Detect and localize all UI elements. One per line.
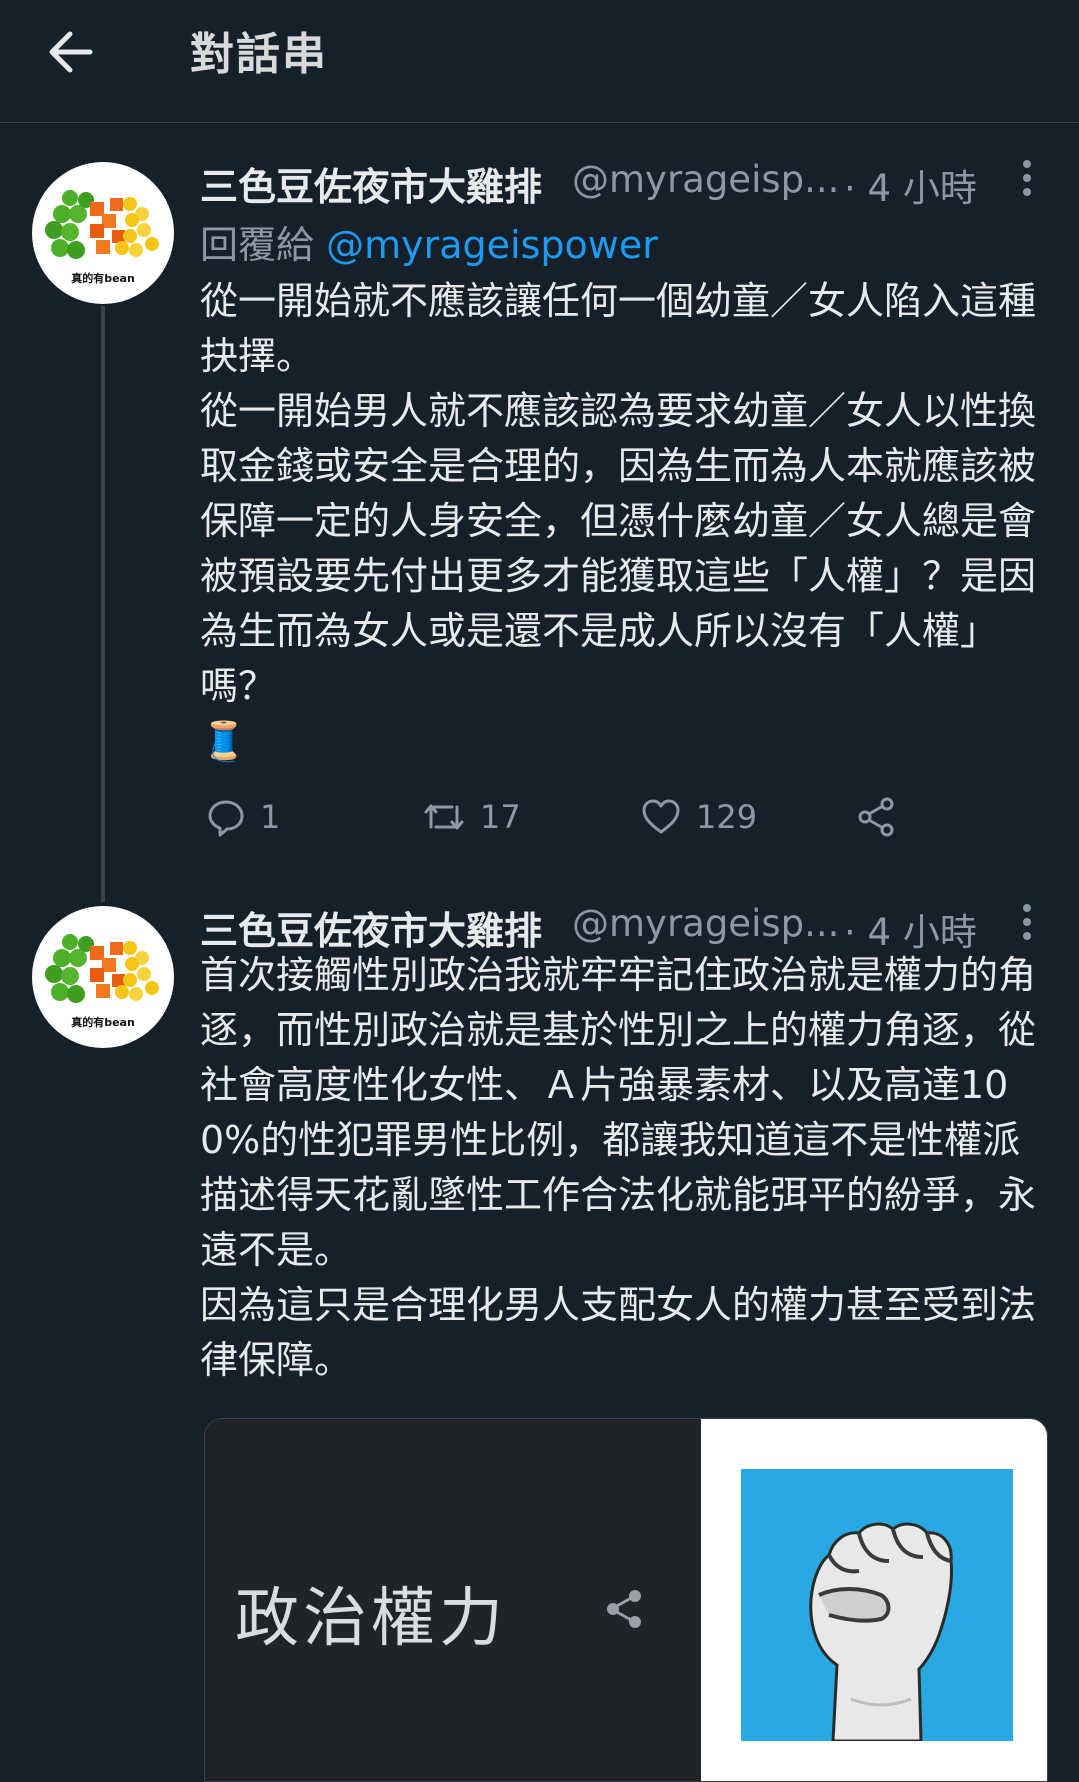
reply-prefix: 回覆給 — [200, 223, 327, 267]
back-arrow-icon[interactable] — [44, 22, 104, 82]
avatar-caption: 真的有bean — [71, 1015, 135, 1029]
tweet-text: 首次接觸性別政治我就牢牢記住政治就是權力的角逐，而性別政治就是基於性別之上的權力… — [200, 953, 1037, 1382]
author-name[interactable]: 三色豆佐夜市大雞排 — [200, 156, 542, 211]
author-name[interactable]: 三色豆佐夜市大雞排 — [200, 900, 542, 955]
like-button[interactable]: 129 — [640, 787, 757, 847]
tweet-actions: 1 17 129 — [200, 787, 1045, 847]
more-options-icon[interactable] — [1005, 900, 1045, 948]
page-title: 對話串 — [190, 29, 328, 80]
tweet-text: 從一開始就不應該讓任何一個幼童／女人陷入這種抉擇。 從一開始男人就不應該認為要求… — [200, 279, 1037, 708]
retweet-button[interactable]: 17 — [422, 787, 521, 847]
more-options-icon[interactable] — [1005, 156, 1045, 204]
link-preview-card[interactable]: 政治權力 — [204, 1418, 1048, 1782]
card-thumbnail — [701, 1419, 1047, 1781]
avatar[interactable]: 真的有bean — [32, 162, 174, 304]
reply-button[interactable]: 1 — [206, 787, 280, 847]
tweet-time[interactable]: · 4 小時 — [844, 158, 977, 212]
author-handle[interactable]: @myrageisp... — [572, 902, 839, 945]
card-title: 政治權力 — [235, 1582, 507, 1656]
avatar-caption: 真的有bean — [71, 271, 135, 285]
avatar[interactable]: 真的有bean — [32, 906, 174, 1048]
reply-to-line: 回覆給 @myrageispower — [200, 214, 1045, 270]
tweet-time[interactable]: · 4 小時 — [844, 902, 977, 956]
tweet-header: 三色豆佐夜市大雞排 @myrageisp... · 4 小時 — [200, 156, 1045, 212]
thread-connector-line — [101, 306, 105, 902]
thread-emoji: 🧵 — [200, 719, 248, 763]
tweet-header: 三色豆佐夜市大雞排 @myrageisp... · 4 小時 — [200, 900, 1045, 956]
author-handle[interactable]: @myrageisp... — [572, 158, 839, 201]
top-bar: 對話串 — [0, 0, 1079, 123]
retweet-count: 17 — [480, 798, 521, 836]
share-button[interactable] — [856, 787, 898, 847]
raised-fist-image — [741, 1469, 1013, 1741]
reply-count: 1 — [260, 798, 281, 836]
like-count: 129 — [696, 798, 758, 836]
card-text-panel: 政治權力 — [205, 1419, 701, 1781]
reply-mention-link[interactable]: @myrageispower — [326, 223, 658, 267]
share-icon[interactable] — [603, 1587, 647, 1631]
